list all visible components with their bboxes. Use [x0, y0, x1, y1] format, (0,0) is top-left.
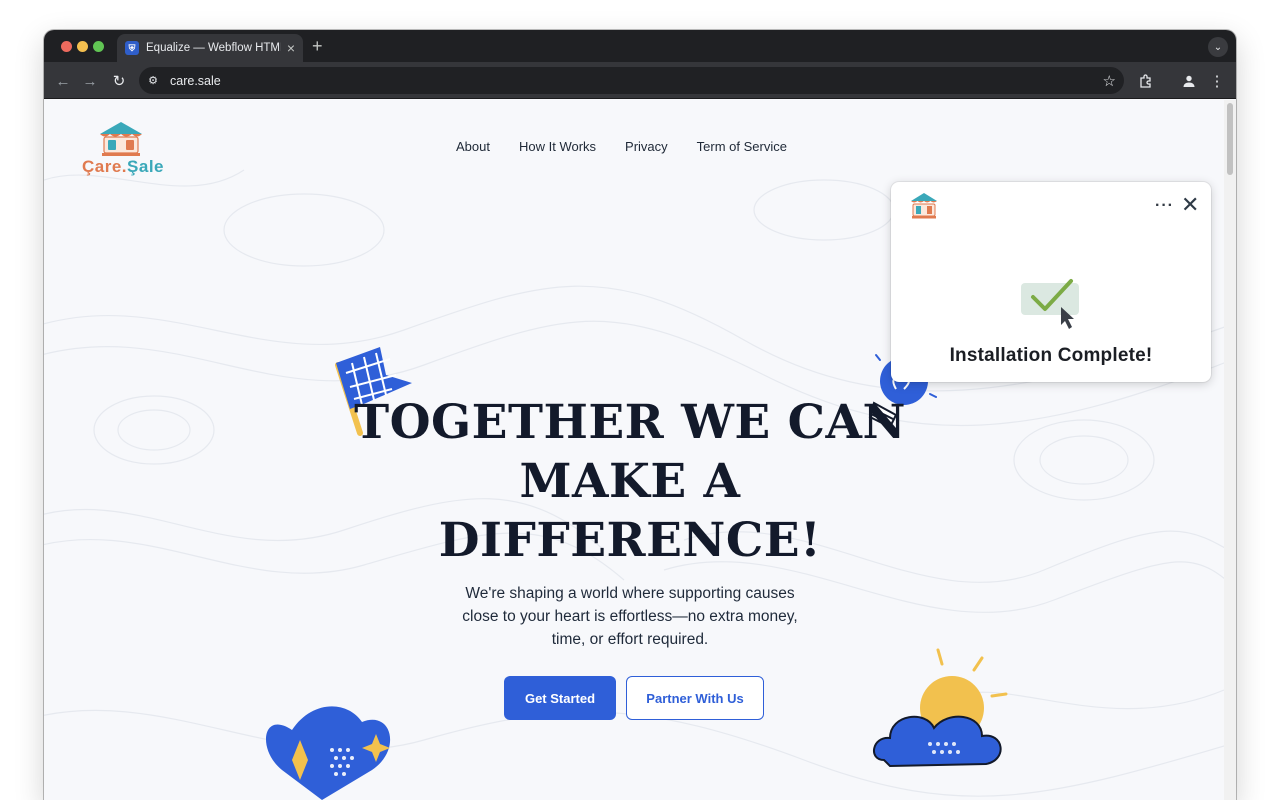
tab-close-icon[interactable]: ×	[287, 41, 295, 55]
sun-cloud-illustration	[873, 648, 1008, 768]
maximize-window-button[interactable]	[93, 41, 104, 52]
browser-menu-icon[interactable]: ⋮	[1207, 71, 1227, 91]
headline-line-2: MAKE A	[519, 454, 741, 509]
hero-description: We're shaping a world where supporting c…	[462, 585, 798, 648]
profile-icon[interactable]	[1179, 71, 1199, 91]
url-text[interactable]: care.sale	[170, 74, 1103, 88]
tab-bar: ⛨ Equalize — Webflow HTML w × + ⌄	[44, 30, 1236, 62]
extensions-icon[interactable]	[1136, 71, 1156, 91]
tab-search-button[interactable]: ⌄	[1208, 37, 1228, 57]
installation-popup: ··· ✕ Installation Complete!	[891, 182, 1211, 382]
webpage: Çare.Şale About How It Works Privacy Ter…	[44, 100, 1236, 800]
browser-window: ⛨ Equalize — Webflow HTML w × + ⌄ ← → ↻ …	[44, 30, 1236, 800]
scrollbar-thumb[interactable]	[1227, 103, 1233, 175]
minimize-window-button[interactable]	[77, 41, 88, 52]
popup-title: Installation Complete!	[949, 345, 1153, 366]
popup-more-icon[interactable]: ···	[1155, 197, 1174, 215]
page-scrollbar[interactable]	[1224, 100, 1236, 800]
nav-privacy[interactable]: Privacy	[625, 139, 668, 154]
nav-terms[interactable]: Term of Service	[697, 139, 787, 154]
forward-button[interactable]: →	[80, 71, 100, 91]
partner-with-us-button[interactable]: Partner With Us	[626, 676, 764, 720]
browser-tab[interactable]: ⛨ Equalize — Webflow HTML w ×	[117, 34, 303, 62]
back-button[interactable]: ←	[53, 71, 73, 91]
bookmark-star-icon[interactable]: ☆	[1103, 72, 1116, 90]
checkmark-screen-icon	[1021, 279, 1079, 329]
hero-headline: TOGETHER WE CAN MAKE A DIFFERENCE!	[280, 393, 980, 570]
logo-text: Çare.Şale	[82, 157, 165, 176]
heart-illustration	[265, 706, 391, 800]
get-started-button[interactable]: Get Started	[504, 676, 616, 720]
site-info-icon[interactable]: ⚙	[142, 70, 164, 92]
browser-toolbar: ← → ↻ ⚙ care.sale ☆ ⋮	[44, 62, 1236, 99]
tab-title: Equalize — Webflow HTML w	[146, 42, 281, 54]
reload-button[interactable]: ↻	[109, 71, 129, 91]
headline-line-3: DIFFERENCE!	[438, 513, 822, 568]
headline-line-1: TOGETHER WE CAN	[354, 395, 906, 450]
nav-how-it-works[interactable]: How It Works	[519, 139, 596, 154]
shield-icon: ⛨	[125, 41, 139, 55]
close-window-button[interactable]	[61, 41, 72, 52]
main-nav: About How It Works Privacy Term of Servi…	[456, 139, 816, 154]
care-sale-logo-small	[911, 193, 937, 219]
new-tab-button[interactable]: +	[312, 36, 323, 56]
nav-about[interactable]: About	[456, 139, 490, 154]
popup-close-icon[interactable]: ✕	[1181, 194, 1199, 216]
address-bar[interactable]: ⚙ care.sale ☆	[139, 67, 1124, 94]
